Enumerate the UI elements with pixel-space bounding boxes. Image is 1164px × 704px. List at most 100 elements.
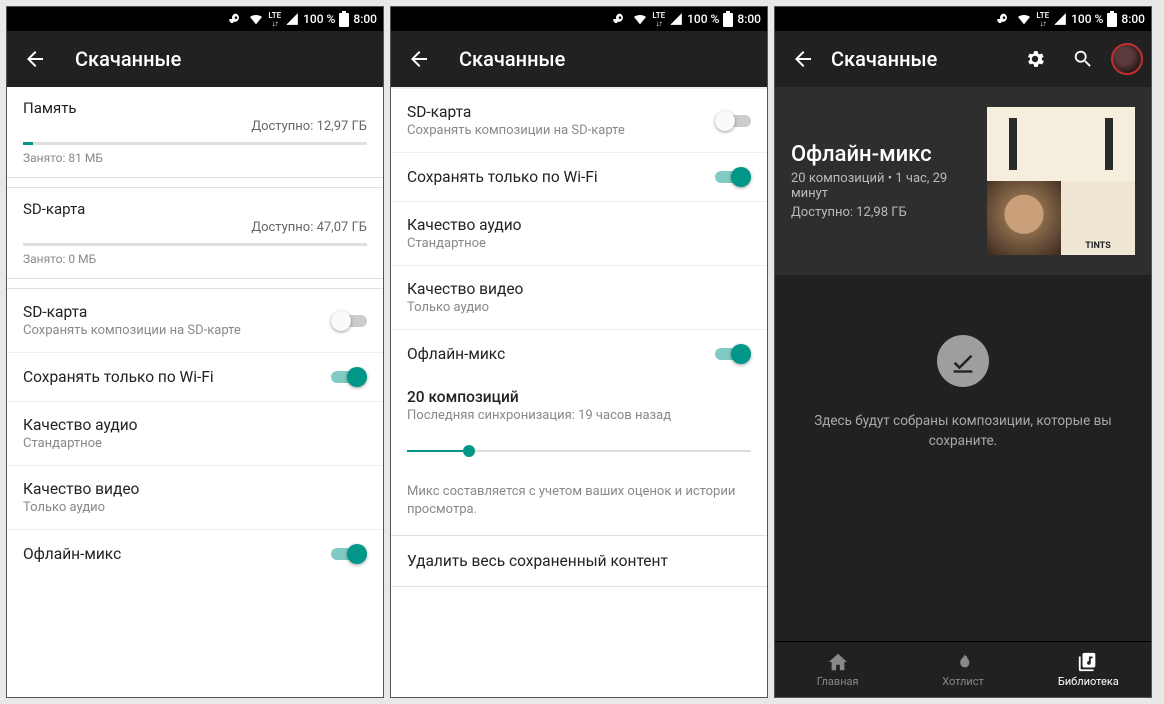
slider-subtitle: Последняя синхронизация: 19 часов назад [407, 408, 751, 423]
app-bar: Скачанные [7, 31, 383, 87]
mix-available: Доступно: 12,98 ГБ [791, 205, 973, 220]
vpn-key-icon [612, 11, 628, 27]
signal-icon [669, 12, 683, 26]
download-done-icon [937, 335, 989, 387]
vpn-key-icon [228, 11, 244, 27]
storage-sd: SD-карта Доступно: 47,07 ГБ Занято: 0 МБ [7, 188, 383, 279]
setting-title: SD-карта [23, 303, 331, 321]
offline-mix-card[interactable]: Офлайн-микс 20 композиций • 1 час, 29 ми… [775, 87, 1151, 275]
screen-1-settings: LTE ↓↑ 100 % 8:00 Скачанные Память Досту… [6, 6, 384, 698]
wifi-icon [632, 11, 648, 27]
setting-offline-mix[interactable]: Офлайн-микс [7, 530, 383, 578]
wifi-icon [248, 11, 264, 27]
clock: 8:00 [353, 12, 377, 26]
app-bar: Скачанные [391, 31, 767, 87]
setting-audio-quality[interactable]: Качество аудио Стандартное [391, 202, 767, 266]
battery-icon [339, 11, 349, 27]
clock: 8:00 [1121, 12, 1145, 26]
setting-video-quality[interactable]: Качество видео Только аудио [391, 266, 767, 330]
storage-available: Доступно: 47,07 ГБ [23, 220, 367, 235]
search-button[interactable] [1063, 39, 1103, 79]
setting-sd-card[interactable]: SD-карта Сохранять композиции на SD-карт… [391, 89, 767, 153]
setting-wifi-only[interactable]: Сохранять только по Wi-Fi [7, 353, 383, 402]
setting-subtitle: Только аудио [407, 300, 751, 315]
signal-icon [1053, 12, 1067, 26]
page-title: Скачанные [75, 47, 375, 71]
empty-state: Здесь будут собраны композиции, которые … [775, 275, 1151, 641]
switch-sd[interactable] [331, 311, 367, 331]
settings-scroll[interactable]: SD-карта Сохранять композиции на SD-карт… [391, 87, 767, 697]
delete-all-button[interactable]: Удалить весь сохраненный контент [391, 536, 767, 586]
setting-offline-mix[interactable]: Офлайн-микс [391, 330, 767, 378]
setting-title: Офлайн-микс [407, 345, 715, 363]
screen-3-downloads: LTE↓↑ 100 % 8:00 Скачанные Офлайн-микс 2… [774, 6, 1152, 698]
gear-icon [1024, 48, 1046, 70]
switch-sd[interactable] [715, 111, 751, 131]
mix-artwork [987, 107, 1135, 255]
wifi-icon [1016, 11, 1032, 27]
lte-indicator: LTE ↓↑ [268, 12, 281, 27]
storage-bar [23, 142, 367, 145]
setting-title: Сохранять только по Wi-Fi [407, 168, 715, 186]
mix-subtitle: 20 композиций • 1 час, 29 минут [791, 171, 973, 201]
storage-used: Занято: 81 МБ [23, 151, 367, 165]
flame-icon [952, 651, 974, 673]
clock: 8:00 [737, 12, 761, 26]
nav-hotlist[interactable]: Хотлист [900, 642, 1025, 697]
avatar[interactable] [1111, 43, 1143, 75]
nav-label: Хотлист [942, 675, 984, 688]
offline-mix-note: Микс составляется с учетом ваших оценок … [391, 475, 767, 535]
switch-offline-mix[interactable] [715, 344, 751, 364]
setting-title: Качество видео [23, 480, 367, 498]
app-bar: Скачанные [775, 31, 1151, 87]
setting-subtitle: Сохранять композиции на SD-карте [407, 123, 715, 138]
setting-wifi-only[interactable]: Сохранять только по Wi-Fi [391, 153, 767, 202]
signal-icon [285, 12, 299, 26]
storage-name: SD-карта [23, 200, 367, 218]
slider-track[interactable] [407, 441, 751, 461]
nav-home[interactable]: Главная [775, 642, 900, 697]
empty-message: Здесь будут собраны композиции, которые … [775, 411, 1151, 452]
setting-subtitle: Только аудио [23, 500, 367, 515]
battery-icon [1107, 11, 1117, 27]
status-bar: LTE ↓↑ 100 % 8:00 [7, 7, 383, 31]
arrow-back-icon [23, 47, 47, 71]
battery-pct: 100 % [1071, 12, 1103, 26]
setting-subtitle: Стандартное [407, 236, 751, 251]
library-music-icon [1077, 651, 1099, 673]
bottom-nav: Главная Хотлист Библиотека [775, 641, 1151, 697]
back-button[interactable] [399, 39, 439, 79]
settings-scroll[interactable]: Память Доступно: 12,97 ГБ Занято: 81 МБ … [7, 87, 383, 697]
nav-label: Библиотека [1058, 675, 1119, 688]
arrow-back-icon [407, 47, 431, 71]
battery-icon [723, 11, 733, 27]
setting-title: Сохранять только по Wi-Fi [23, 368, 331, 386]
setting-audio-quality[interactable]: Качество аудио Стандартное [7, 402, 383, 466]
setting-title: Офлайн-микс [23, 545, 331, 563]
arrow-back-icon [791, 47, 815, 71]
screen-2-settings-scrolled: LTE↓↑ 100 % 8:00 Скачанные SD-карта Сохр… [390, 6, 768, 698]
storage-internal: Память Доступно: 12,97 ГБ Занято: 81 МБ [7, 87, 383, 178]
back-button[interactable] [15, 39, 55, 79]
lte-indicator: LTE↓↑ [1036, 12, 1049, 27]
setting-video-quality[interactable]: Качество видео Только аудио [7, 466, 383, 530]
battery-pct: 100 % [687, 12, 719, 26]
storage-used: Занято: 0 МБ [23, 252, 367, 266]
setting-sd-card[interactable]: SD-карта Сохранять композиции на SD-карт… [7, 289, 383, 353]
switch-wifi[interactable] [331, 367, 367, 387]
nav-library[interactable]: Библиотека [1026, 642, 1151, 697]
storage-available: Доступно: 12,97 ГБ [23, 119, 367, 134]
setting-subtitle: Сохранять композиции на SD-карте [23, 323, 331, 338]
status-bar: LTE↓↑ 100 % 8:00 [775, 7, 1151, 31]
search-icon [1072, 48, 1094, 70]
offline-mix-size: 20 композиций Последняя синхронизация: 1… [391, 378, 767, 475]
settings-button[interactable] [1015, 39, 1055, 79]
lte-indicator: LTE↓↑ [652, 12, 665, 27]
setting-title: Качество видео [407, 280, 751, 298]
mix-title: Офлайн-микс [791, 142, 973, 167]
switch-wifi[interactable] [715, 167, 751, 187]
status-bar: LTE↓↑ 100 % 8:00 [391, 7, 767, 31]
switch-offline-mix[interactable] [331, 544, 367, 564]
storage-name: Память [23, 99, 367, 117]
back-button[interactable] [783, 39, 823, 79]
